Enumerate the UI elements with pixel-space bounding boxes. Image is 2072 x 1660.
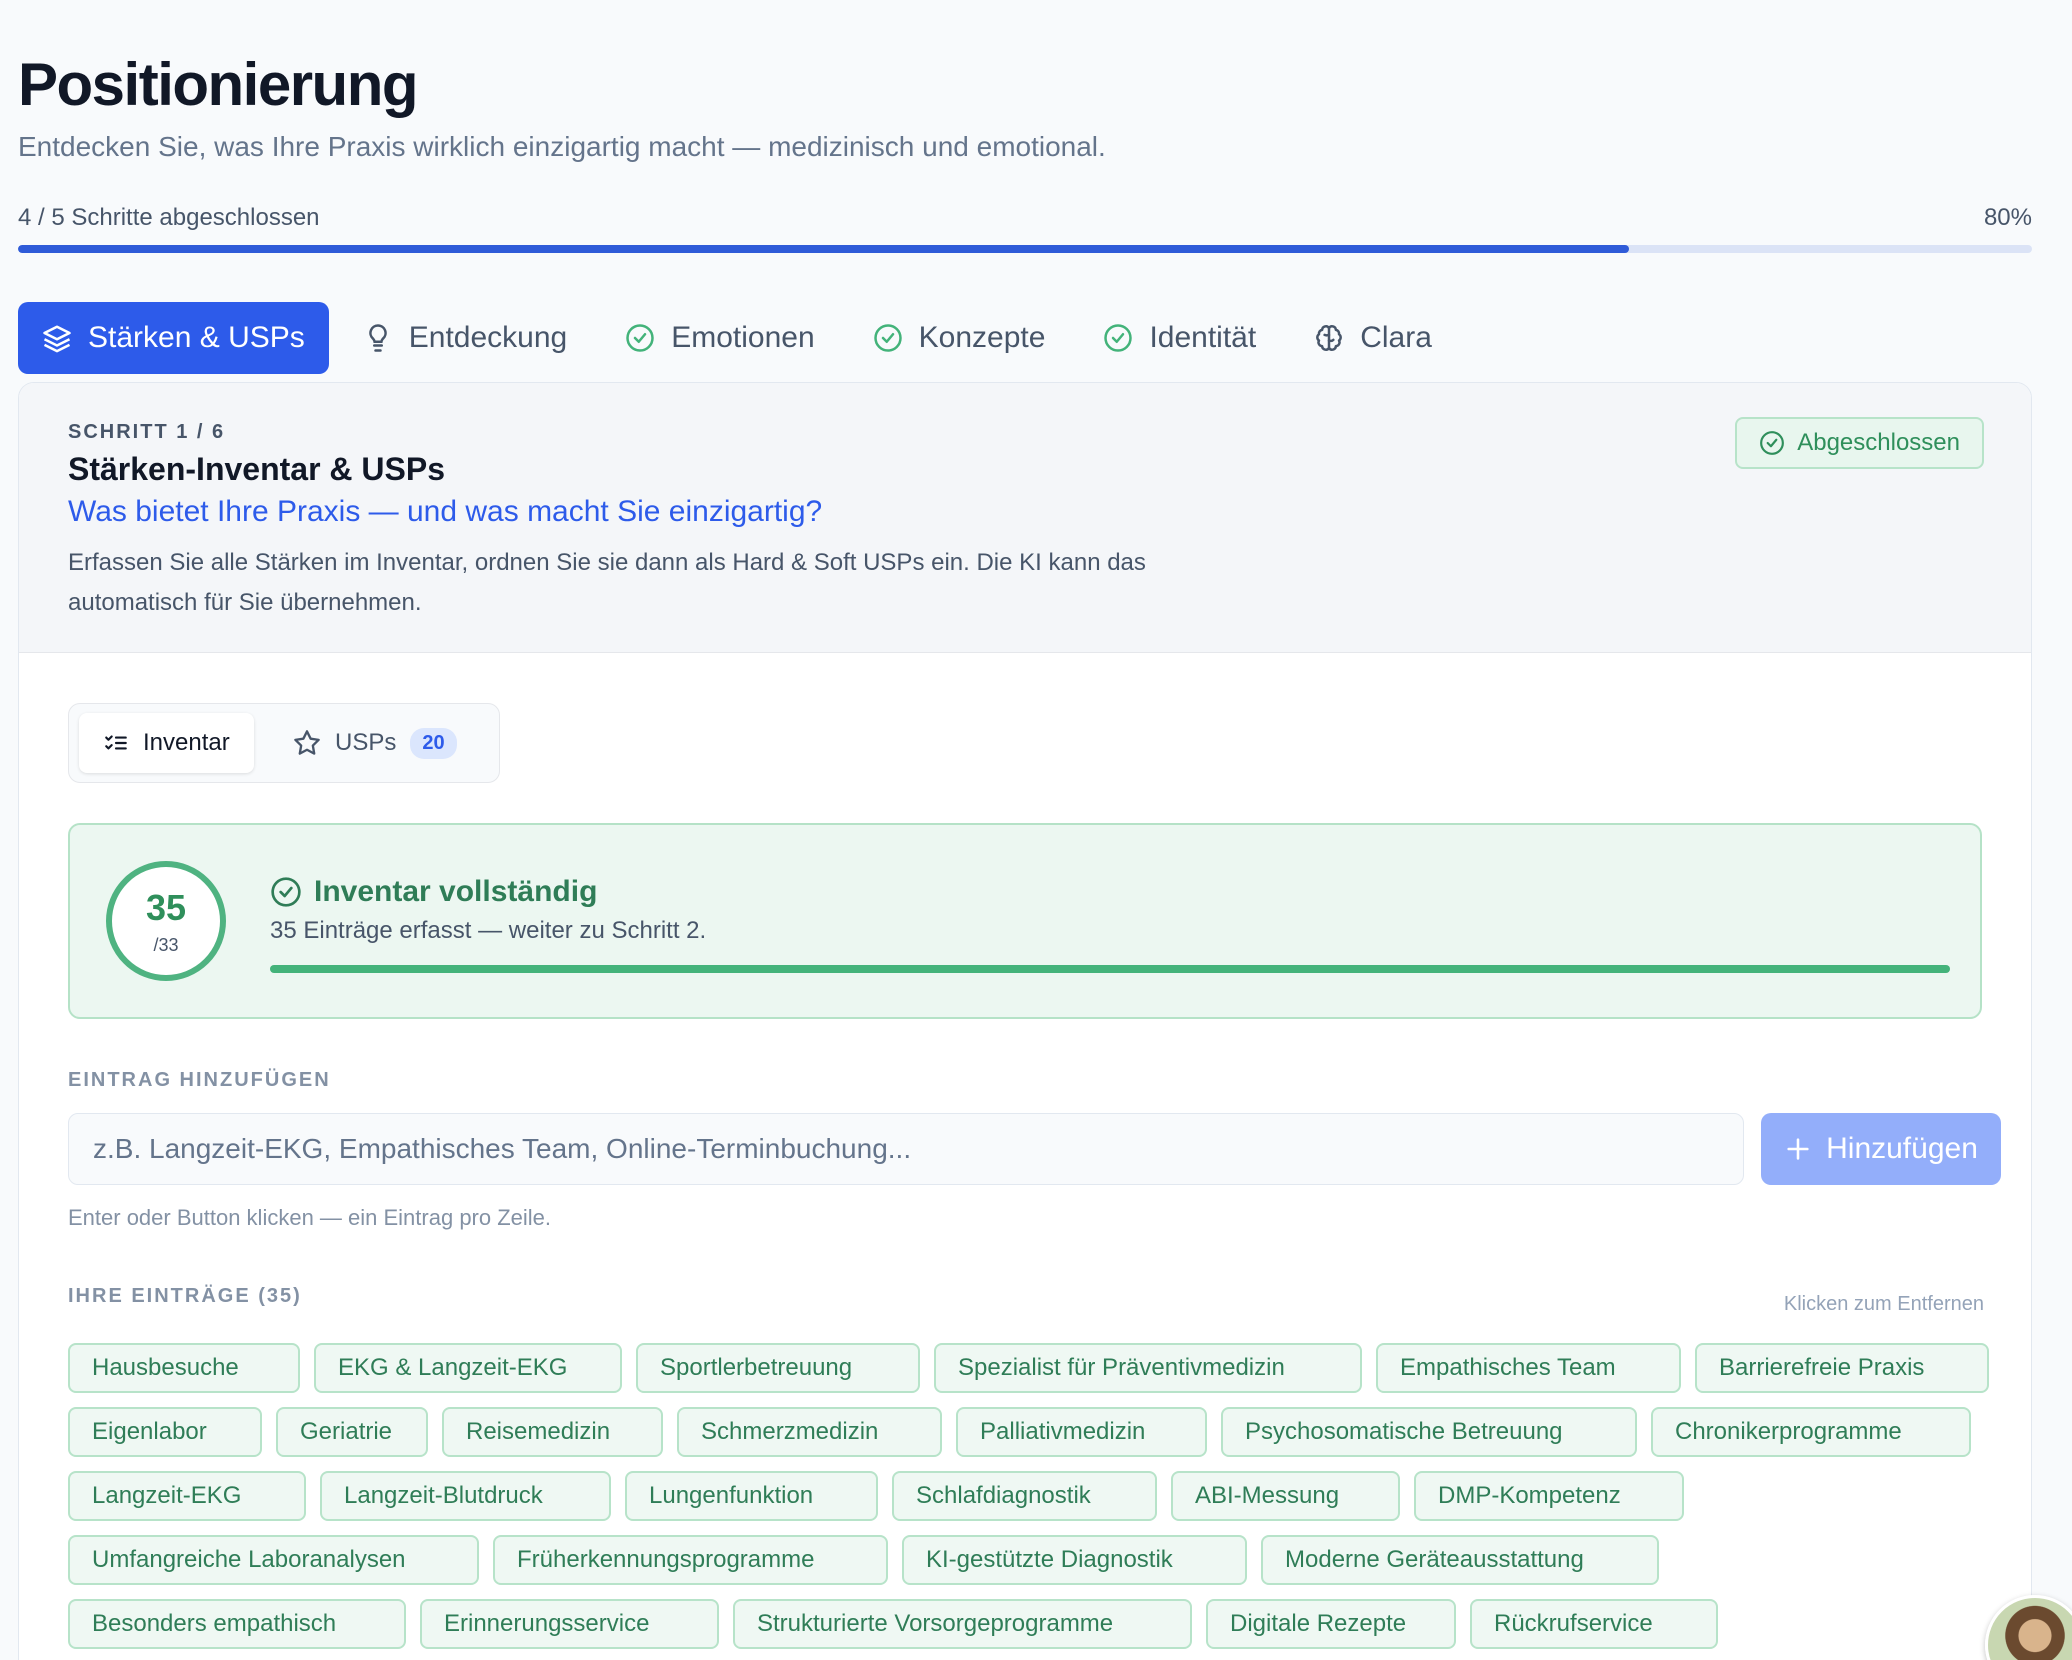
add-entry-button[interactable]: Hinzufügen	[1761, 1113, 2001, 1185]
entry-chip[interactable]: Empathisches Team	[1376, 1343, 1681, 1393]
progress-percent: 80%	[1983, 204, 2032, 231]
tab-staerken-usps[interactable]: Stärken & USPs	[18, 302, 329, 374]
entry-input[interactable]	[68, 1113, 1744, 1185]
tab-identitaet[interactable]: Identität	[1079, 302, 1280, 374]
inventory-status: 35 /33 Inventar vollständig 35 Einträge …	[68, 823, 1982, 1019]
inventory-title-text: Inventar vollständig	[314, 875, 598, 908]
entry-chip[interactable]: EKG & Langzeit-EKG	[314, 1343, 622, 1393]
add-entry-label: EINTRAG HINZUFÜGEN	[68, 1069, 331, 1091]
entry-chip[interactable]: Langzeit-Blutdruck	[320, 1471, 611, 1521]
check-circle-icon	[1760, 431, 1785, 455]
list-checks-icon	[105, 735, 127, 750]
tab-label: Emotionen	[671, 321, 815, 354]
inventory-subtitle: 35 Einträge erfasst — weiter zu Schritt …	[270, 917, 707, 944]
lightbulb-icon	[368, 324, 387, 352]
step-question: Was bietet Ihre Praxis — und was macht S…	[68, 495, 823, 528]
entry-chip[interactable]: Barrierefreie Praxis	[1695, 1343, 1989, 1393]
step-title: Stärken-Inventar & USPs	[68, 451, 446, 487]
entry-chip[interactable]: Früherkennungsprogramme	[493, 1535, 888, 1585]
check-circle-icon	[626, 324, 654, 352]
entry-chip[interactable]: KI-gestützte Diagnostik	[902, 1535, 1247, 1585]
entries-label: IHRE EINTRÄGE (35)	[68, 1285, 302, 1307]
inventory-title: Inventar vollständig	[270, 875, 597, 909]
tab-label: Entdeckung	[408, 321, 568, 354]
step-header: SCHRITT 1 / 6 Stärken-Inventar & USPs Wa…	[19, 383, 2031, 653]
inventory-progress-bar	[270, 965, 1950, 973]
entry-chip[interactable]: Hausbesuche	[68, 1343, 300, 1393]
tab-label: Identität	[1149, 321, 1257, 354]
tab-entdeckung[interactable]: Entdeckung	[339, 302, 591, 374]
page-title: Positionierung	[18, 51, 419, 118]
view-switcher: Inventar USPs 20	[68, 703, 500, 783]
inventory-count-ring: 35 /33	[106, 861, 226, 981]
entry-chip[interactable]: ABI-Messung	[1171, 1471, 1400, 1521]
progress-bar-fill	[18, 245, 1630, 253]
subtab-label: Inventar	[143, 729, 230, 756]
inventory-progress-fill	[270, 965, 1950, 973]
entry-chip[interactable]: Rückrufservice	[1470, 1599, 1718, 1649]
entries-remove-hint: Klicken zum Entfernen	[1783, 1293, 1984, 1315]
progress-bar	[18, 245, 2032, 253]
layers-icon	[43, 325, 71, 353]
tab-clara[interactable]: Clara	[1290, 302, 1456, 374]
entry-chip[interactable]: Chronikerprogramme	[1651, 1407, 1971, 1457]
step-card: SCHRITT 1 / 6 Stärken-Inventar & USPs Wa…	[18, 382, 2032, 1660]
entry-chip[interactable]: Psychosomatische Betreuung	[1221, 1407, 1637, 1457]
entry-chip[interactable]: Spezialist für Präventivmedizin	[934, 1343, 1362, 1393]
entry-chip[interactable]: Schlafdiagnostik	[892, 1471, 1157, 1521]
entry-chip[interactable]: Reisemedizin	[442, 1407, 663, 1457]
add-entry-button-label: Hinzufügen	[1826, 1132, 1978, 1165]
entry-chip[interactable]: Schmerzmedizin	[677, 1407, 942, 1457]
tab-label: Stärken & USPs	[88, 321, 305, 354]
usp-count-badge: 20	[410, 727, 457, 759]
check-circle-icon	[271, 877, 301, 907]
step-tabs: Stärken & USPs Entdeckung Emotionen Konz…	[18, 302, 1456, 374]
entry-chip[interactable]: Langzeit-EKG	[68, 1471, 306, 1521]
status-badge: Abgeschlossen	[1735, 417, 1984, 469]
entry-chip[interactable]: DMP-Kompetenz	[1414, 1471, 1684, 1521]
check-circle-icon	[1104, 324, 1133, 352]
entry-chip[interactable]: Umfangreiche Laboranalysen	[68, 1535, 479, 1585]
entry-chip[interactable]: Eigenlabor	[68, 1407, 262, 1457]
subtab-inventar[interactable]: Inventar	[79, 713, 254, 773]
tab-konzepte[interactable]: Konzepte	[849, 302, 1070, 374]
star-icon	[294, 730, 320, 755]
inventory-target: /33	[153, 935, 179, 955]
page-subtitle: Entdecken Sie, was Ihre Praxis wirklich …	[18, 131, 1106, 162]
subtab-label: USPs	[335, 729, 397, 756]
step-number: SCHRITT 1 / 6	[68, 421, 226, 443]
brain-icon	[1316, 325, 1343, 351]
inventory-count: 35	[145, 887, 187, 928]
entry-chip[interactable]: Erinnerungsservice	[420, 1599, 719, 1649]
tab-label: Clara	[1360, 321, 1432, 354]
entry-chip[interactable]: Sportlerbetreuung	[636, 1343, 920, 1393]
check-circle-icon	[873, 324, 902, 352]
entry-chip[interactable]: Geriatrie	[276, 1407, 428, 1457]
entry-chip[interactable]: Strukturierte Vorsorgeprogramme	[733, 1599, 1192, 1649]
entry-chip[interactable]: Moderne Geräteausstattung	[1261, 1535, 1659, 1585]
progress-label: 4 / 5 Schritte abgeschlossen	[18, 204, 320, 231]
entry-chip[interactable]: Palliativmedizin	[956, 1407, 1207, 1457]
tab-label: Konzepte	[918, 321, 1046, 354]
status-badge-label: Abgeschlossen	[1797, 429, 1960, 456]
plus-icon	[1787, 1138, 1809, 1160]
step-description: Erfassen Sie alle Stärken im Inventar, o…	[68, 549, 1146, 616]
entry-chip[interactable]: Lungenfunktion	[625, 1471, 878, 1521]
subtab-usps[interactable]: USPs 20	[269, 713, 481, 773]
add-entry-hint: Enter oder Button klicken — ein Eintrag …	[68, 1205, 552, 1230]
entries-list: Hausbesuche EKG & Langzeit-EKG Sportlerbet…	[68, 1343, 1998, 1649]
entry-chip[interactable]: Digitale Rezepte	[1206, 1599, 1456, 1649]
entry-chip[interactable]: Besonders empathisch	[68, 1599, 406, 1649]
tab-emotionen[interactable]: Emotionen	[601, 302, 838, 374]
